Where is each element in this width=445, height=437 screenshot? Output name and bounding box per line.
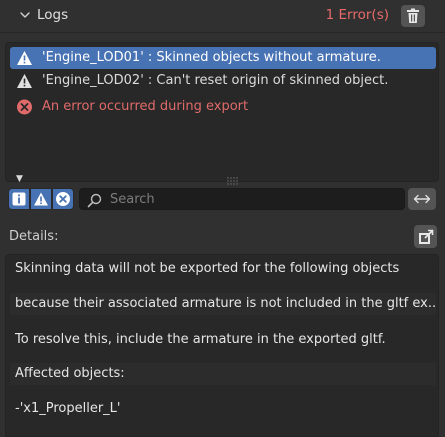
log-entry-text: 'Engine_LOD01' : Skinned objects without… [42, 50, 381, 65]
details-line: because their associated armature is not… [10, 293, 436, 315]
swap-arrows-icon [413, 194, 431, 204]
search-field[interactable] [79, 188, 405, 210]
warning-filter-toggle[interactable] [30, 188, 52, 210]
log-entry[interactable]: An error occurred during export [10, 96, 436, 118]
details-line: To resolve this, include the armature in… [15, 332, 386, 347]
log-entry-text: 'Engine_LOD02' : Can't reset origin of s… [42, 73, 389, 88]
error-filter-icon [56, 192, 70, 206]
log-entry-text: An error occurred during export [42, 99, 249, 114]
details-list: Skinning data will not be exported for t… [5, 254, 439, 437]
error-filter-toggle[interactable] [52, 188, 74, 210]
error-count: 1 Error(s) [325, 7, 389, 23]
clear-logs-button[interactable] [401, 5, 425, 27]
select-objects-icon [419, 229, 434, 244]
list-sort-toggle[interactable]: ▼ [16, 174, 23, 184]
warning-filter-icon [34, 192, 48, 206]
details-label: Details: [9, 229, 59, 244]
trash-icon [407, 8, 419, 23]
info-filter-toggle[interactable] [8, 188, 30, 210]
log-filter-bar [8, 188, 436, 212]
panel-title: Logs [37, 7, 69, 23]
logs-panel-header[interactable]: Logs 1 Error(s) [0, 0, 445, 33]
details-line: Affected objects: [10, 363, 436, 385]
search-icon [87, 193, 102, 208]
details-line: Skinning data will not be exported for t… [15, 261, 400, 276]
details-line: -'x1_Propeller_L' [15, 401, 121, 416]
error-icon [17, 99, 32, 115]
warning-icon [17, 51, 32, 65]
warning-icon [17, 74, 32, 88]
search-input[interactable] [110, 191, 400, 208]
log-list[interactable]: 'Engine_LOD01' : Skinned objects without… [5, 42, 439, 182]
details-action-button[interactable] [414, 225, 437, 248]
chevron-down-icon[interactable] [19, 9, 31, 21]
info-filter-icon [12, 192, 26, 206]
log-entry[interactable]: 'Engine_LOD02' : Can't reset origin of s… [10, 70, 436, 92]
list-resize-handle[interactable] [226, 176, 240, 186]
log-entry[interactable]: 'Engine_LOD01' : Skinned objects without… [10, 47, 436, 69]
invert-filter-button[interactable] [408, 188, 436, 210]
